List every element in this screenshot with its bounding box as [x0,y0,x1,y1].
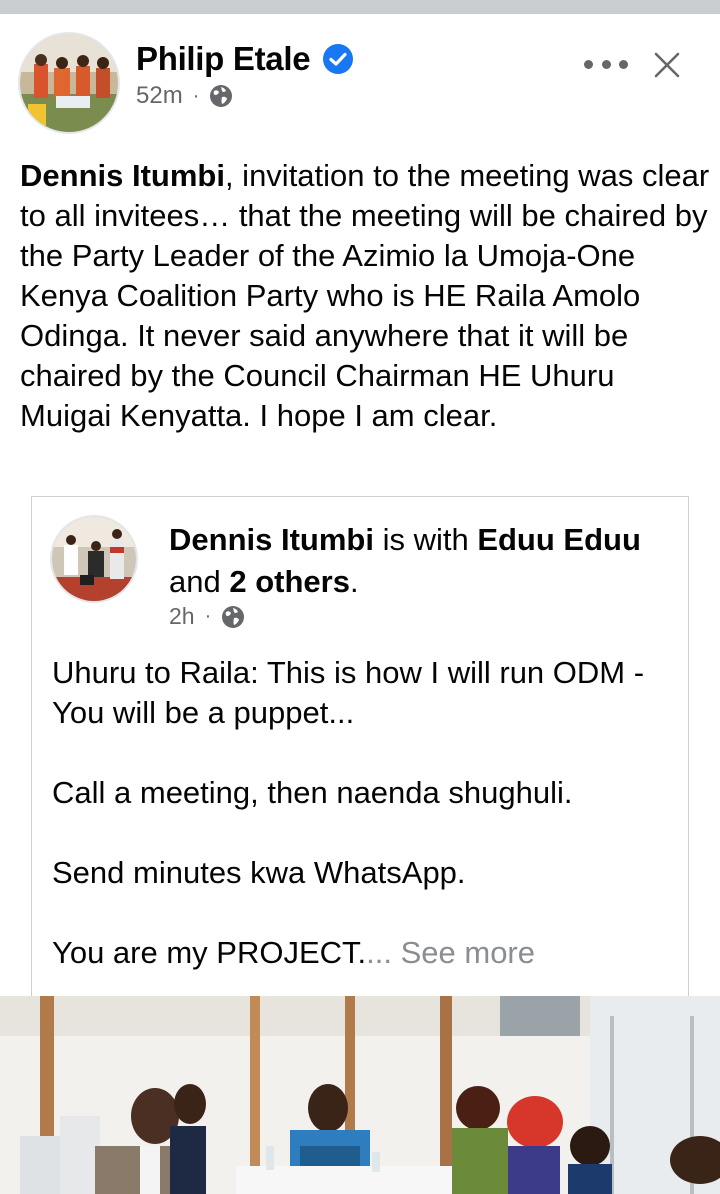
tagged-user[interactable]: Eduu Eduu [477,522,641,557]
author-name-text[interactable]: Philip Etale [136,40,311,78]
top-divider [0,0,720,14]
more-dot-icon [601,59,611,69]
shared-post-heading: Dennis Itumbi is with Eduu Eduu and 2 ot… [169,519,679,603]
shared-post-body: Uhuru to Raila: This is how I will run O… [52,655,645,970]
post-meta: 52m · [136,82,233,110]
shared-author-name[interactable]: Dennis Itumbi [169,522,374,557]
post-time[interactable]: 52m [136,82,183,110]
post-photo[interactable] [0,996,720,1194]
author-avatar[interactable] [18,32,120,134]
shared-post-time[interactable]: 2h [169,603,195,630]
post-header: Philip Etale 52m · [0,14,720,144]
shared-author-avatar[interactable] [50,515,138,603]
post-text: Dennis Itumbi, invitation to the meeting… [20,156,710,436]
post-body: , invitation to the meeting was clear to… [20,158,710,433]
more-options-button[interactable] [584,50,628,78]
meta-separator: · [192,84,200,107]
see-more-link[interactable]: See more [392,935,535,970]
with-text: is with [373,522,478,557]
see-more-ellipsis: ... [366,935,392,970]
globe-icon [221,605,245,629]
shared-post-text: Uhuru to Raila: This is how I will run O… [52,653,682,973]
shared-post-meta: 2h · [169,603,245,630]
close-icon[interactable] [650,48,684,82]
more-dot-icon [584,59,593,69]
others-link[interactable]: 2 others [229,564,350,599]
author-name[interactable]: Philip Etale [136,40,354,78]
heading-period: . [349,564,359,599]
verified-badge-icon [322,43,354,75]
mentioned-user[interactable]: Dennis Itumbi [20,158,225,193]
meta-separator: · [204,605,212,627]
shared-post-card[interactable]: Dennis Itumbi is with Eduu Eduu and 2 ot… [31,496,689,996]
more-dot-icon [619,59,628,69]
and-text: and [169,564,230,599]
globe-icon [209,84,233,108]
